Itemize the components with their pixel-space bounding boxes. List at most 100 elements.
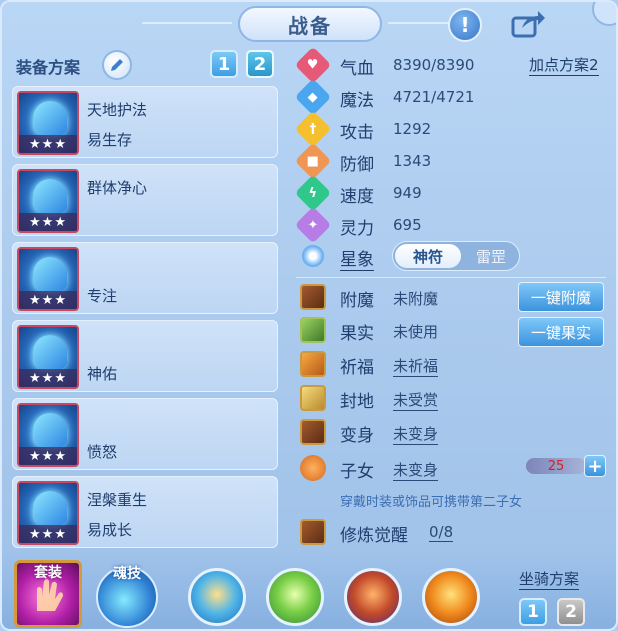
child-count-bar: 25: [526, 458, 586, 474]
star-rating: ★★★: [19, 291, 77, 309]
children-icon: [300, 455, 326, 481]
stat-value-attack: 1292: [393, 120, 432, 138]
stat-value-hp: 8390/8390: [393, 56, 475, 74]
mount-scheme-page-2[interactable]: 2: [557, 598, 585, 626]
equip-icon-belt: ★★★: [17, 403, 79, 467]
title-decoration-left: [142, 22, 232, 24]
equip-card-1[interactable]: ★★★ 天地护法 易生存: [12, 86, 278, 158]
section-divider: [296, 277, 606, 278]
star-rating: ★★★: [19, 135, 77, 153]
equip-icon-boots: ★★★: [17, 481, 79, 545]
add-points-scheme-link[interactable]: 加点方案2: [529, 54, 599, 76]
row-value-enchant: 未附魔: [393, 290, 439, 308]
equip-effect-bottom: 专注: [87, 287, 118, 305]
suit-label: 套装: [34, 565, 62, 581]
mount-scheme-label[interactable]: 坐骑方案: [519, 568, 580, 590]
one-click-fruit-button[interactable]: 一键果实: [518, 317, 604, 347]
share-button[interactable]: [508, 8, 548, 42]
blessing-icon: [300, 351, 326, 377]
mount-scheme-page-1[interactable]: 1: [519, 598, 547, 626]
page-title: 战备: [288, 13, 332, 38]
stat-value-spirit: 695: [393, 216, 422, 234]
star-rating: ★★★: [19, 369, 77, 387]
equip-card-6[interactable]: ★★★ 涅槃重生 易成长: [12, 476, 278, 548]
title-banner: 战备: [238, 6, 382, 42]
stat-label-attack: 攻击: [340, 123, 374, 143]
star-rating: ★★★: [19, 213, 77, 231]
corner-ornament: [592, 2, 616, 26]
equip-icon-helmet: ★★★: [17, 91, 79, 155]
sword-icon: †: [294, 110, 332, 148]
stat-value-mp: 4721/4721: [393, 88, 475, 106]
equip-effect-top: 涅槃重生: [87, 491, 148, 509]
equip-effect-top: 群体净心: [87, 179, 148, 197]
skill-orb-3[interactable]: [344, 568, 402, 626]
star-sign-icon: [302, 245, 324, 267]
fief-icon: [300, 385, 326, 411]
equip-card-2[interactable]: ★★★ 群体净心: [12, 164, 278, 236]
equip-scheme-label: 装备方案: [16, 58, 81, 77]
lightning-icon: ϟ: [294, 174, 332, 212]
edit-scheme-button[interactable]: [102, 50, 132, 80]
second-child-hint[interactable]: 穿戴时装或饰品可携带第二子女: [340, 491, 522, 510]
equip-effect-bottom: 神佑: [87, 365, 118, 383]
stat-value-defense: 1343: [393, 152, 432, 170]
add-child-button[interactable]: +: [584, 455, 606, 477]
equip-card-4[interactable]: ★★★ 神佑: [12, 320, 278, 392]
equip-effect-bottom: 愤怒: [87, 443, 118, 461]
row-value-children[interactable]: 未变身: [393, 459, 439, 481]
equip-scheme-page-1[interactable]: 1: [210, 50, 238, 78]
star-sign-link[interactable]: 星象: [340, 245, 374, 271]
equip-effect-bottom: 易生存: [87, 131, 133, 149]
transform-icon: [300, 419, 326, 445]
toggle-option-shenfu[interactable]: 神符: [395, 244, 461, 268]
soul-skill-label: 魂技: [113, 566, 141, 582]
info-alert-button[interactable]: !: [448, 8, 482, 42]
equip-scheme-page-2[interactable]: 2: [246, 50, 274, 78]
row-label-transform: 变身: [340, 426, 374, 446]
battle-prep-panel: 战备 ! 装备方案 1 2 ★★★ 天地护法 易生存 ★★★ 群体净心 ★★★ …: [0, 0, 618, 631]
one-click-enchant-button[interactable]: 一键附魔: [518, 282, 604, 312]
stat-label-hp: 气血: [340, 59, 374, 79]
star-rating: ★★★: [19, 525, 77, 543]
heart-icon: ♥: [294, 46, 332, 84]
stat-value-speed: 949: [393, 184, 422, 202]
row-label-fief: 封地: [340, 392, 374, 412]
stat-label-mp: 魔法: [340, 91, 374, 111]
equip-icon-weapon: ★★★: [17, 247, 79, 311]
fruit-icon: [300, 317, 326, 343]
skill-orb-1[interactable]: [188, 568, 246, 626]
exclamation-icon: !: [460, 13, 470, 37]
cultivation-icon: [300, 519, 326, 545]
row-label-blessing: 祈福: [340, 358, 374, 378]
equip-effect-top: 天地护法: [87, 101, 148, 119]
stat-label-speed: 速度: [340, 187, 374, 207]
share-icon: [511, 11, 545, 38]
mana-icon: ◆: [294, 78, 332, 116]
toggle-option-leigang[interactable]: 雷罡: [463, 244, 519, 268]
row-label-cultivation: 修炼觉醒: [340, 526, 408, 546]
pencil-icon: [111, 59, 123, 71]
stat-label-defense: 防御: [340, 155, 374, 175]
equip-icon-armor: ★★★: [17, 325, 79, 389]
row-value-fief[interactable]: 未受赏: [393, 389, 439, 411]
row-label-children: 子女: [340, 462, 374, 482]
stat-label-spirit: 灵力: [340, 219, 374, 239]
row-label-enchant: 附魔: [340, 291, 374, 311]
row-label-fruit: 果实: [340, 324, 374, 344]
equip-effect-bottom: 易成长: [87, 521, 133, 539]
spirit-icon: ✦: [294, 206, 332, 244]
equip-icon-necklace: ★★★: [17, 169, 79, 233]
skill-orb-4[interactable]: [422, 568, 480, 626]
equip-card-3[interactable]: ★★★ 专注: [12, 242, 278, 314]
row-value-transform[interactable]: 未变身: [393, 423, 439, 445]
enchant-icon: [300, 284, 326, 310]
row-value-cultivation[interactable]: 0/8: [429, 523, 454, 542]
row-value-blessing[interactable]: 未祈福: [393, 355, 439, 377]
star-rating: ★★★: [19, 447, 77, 465]
skill-orb-2[interactable]: [266, 568, 324, 626]
row-value-fruit: 未使用: [393, 323, 439, 341]
equip-card-5[interactable]: ★★★ 愤怒: [12, 398, 278, 470]
shield-icon: ■: [294, 142, 332, 180]
star-sign-toggle[interactable]: 神符 雷罡: [392, 241, 520, 271]
